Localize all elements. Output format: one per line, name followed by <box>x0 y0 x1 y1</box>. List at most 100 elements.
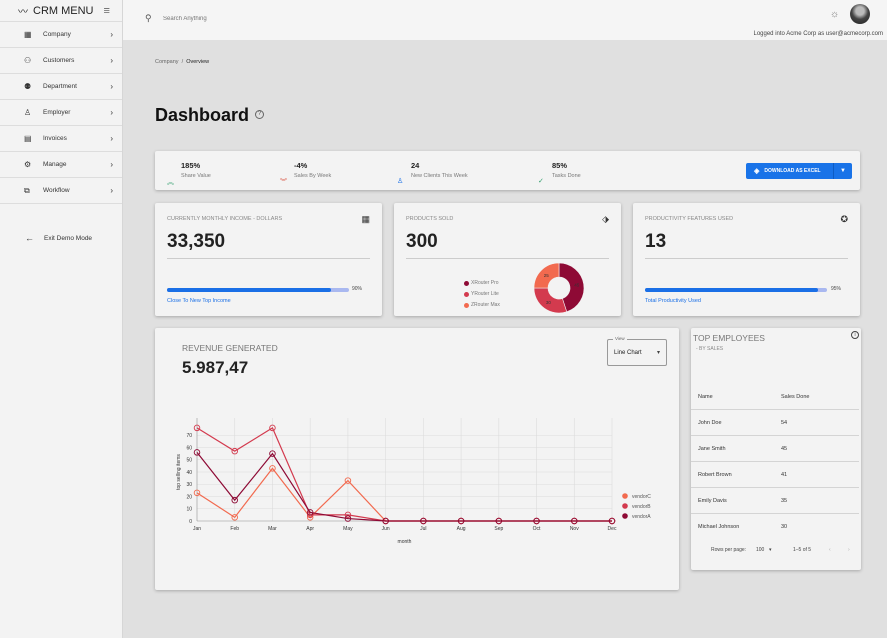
next-page-icon[interactable]: › <box>848 547 850 553</box>
y-tick-label: 20 <box>186 494 192 500</box>
x-tick-label: Oct <box>533 526 541 532</box>
breadcrumb-company[interactable]: Company <box>155 59 179 65</box>
prev-page-icon[interactable]: ‹ <box>829 547 831 553</box>
productivity-link[interactable]: Total Productivity Used <box>645 298 701 304</box>
stat-value: -4% <box>294 161 308 170</box>
sidebar-item-label: Customers <box>43 57 75 64</box>
legend-label: vendorB <box>632 504 651 510</box>
sidebar-item-invoices[interactable]: ▤ Invoices › <box>0 126 122 152</box>
chevron-right-icon: › <box>110 82 113 91</box>
caret-down-icon: ▾ <box>656 350 660 356</box>
sales-done: 54 <box>781 420 788 426</box>
breadcrumb-separator: / <box>181 59 184 65</box>
y-tick-label: 10 <box>186 507 192 513</box>
view-select[interactable]: View Line Chart ▾ <box>607 336 667 366</box>
chevron-right-icon: › <box>110 56 113 65</box>
page-range: 1–5 of 5 <box>793 547 812 553</box>
sidebar-item-department[interactable]: ⚉ Department › <box>0 74 122 100</box>
building-icon: ▦ <box>24 30 32 39</box>
employee-name: Jane Smith <box>698 446 726 452</box>
stat-label: New Clients This Week <box>411 173 468 179</box>
x-axis-label: month <box>398 539 412 545</box>
divider <box>167 258 370 259</box>
caret-down-icon[interactable]: ▾ <box>769 547 772 553</box>
person-icon: ♙ <box>24 108 32 117</box>
progress-percent: 95% <box>831 286 842 292</box>
employee-name: Emily Davis <box>698 498 727 504</box>
avatar[interactable] <box>850 4 870 24</box>
legend-label: vendorC <box>632 494 651 500</box>
rows-per-page-select[interactable]: 100 <box>756 547 764 553</box>
sales-done: 35 <box>781 498 788 504</box>
arrow-left-icon: ← <box>25 233 34 243</box>
kpi-value: 33,350 <box>167 231 226 252</box>
kpi-title: PRODUCTIVITY FEATURES USED <box>645 216 734 222</box>
info-icon[interactable]: i <box>851 331 859 339</box>
top-employees-card: TOP EMPLOYEES - BY SALES i Name Sales Do… <box>691 328 861 570</box>
sidebar-item-company[interactable]: ▦ Company › <box>0 22 122 48</box>
productivity-progress-bar <box>645 288 827 292</box>
kpi-value: 300 <box>406 231 438 252</box>
stat-label: Sales By Week <box>294 173 332 179</box>
revenue-card: REVENUE GENERATED 5.987,47 View Line Cha… <box>155 328 679 590</box>
table-row: John Doe 54 <box>691 410 859 436</box>
person-add-icon: ⚇ <box>24 56 32 65</box>
chevron-right-icon: › <box>110 186 113 195</box>
sidebar-item-manage[interactable]: ⚙ Manage › <box>0 152 122 178</box>
hamburger-menu-icon[interactable]: ≡ <box>104 5 110 17</box>
sales-done: 45 <box>781 446 788 452</box>
sidebar-item-label: Workflow <box>43 187 70 194</box>
exit-demo-button[interactable]: ← Exit Demo Mode <box>0 226 122 250</box>
view-select-value: Line Chart <box>614 350 642 356</box>
table-header: Name Sales Done <box>691 385 859 410</box>
stat-new-clients: ♙ 24 New Clients This Week <box>397 161 468 185</box>
legend-label: vendorA <box>632 514 651 520</box>
legend-item: YRouter Lite <box>464 291 499 297</box>
help-icon[interactable]: ? <box>255 110 264 119</box>
pie-slice-label: 25 <box>544 273 550 278</box>
legend-label: YRouter Lite <box>471 291 499 297</box>
employees-subtitle: - BY SALES <box>696 346 724 352</box>
award-icon: ✪ <box>840 214 848 224</box>
column-header[interactable]: Name <box>698 394 713 400</box>
stats-bar: ︽ 185% Share Value ︾ -4% Sales By Week ♙… <box>155 151 860 190</box>
invoice-icon: ▤ <box>24 134 32 143</box>
revenue-value: 5.987,47 <box>182 358 249 377</box>
chevron-right-icon: › <box>110 30 113 39</box>
x-tick-label: Dec <box>608 526 617 532</box>
sidebar-item-workflow[interactable]: ⧉ Workflow › <box>0 178 122 204</box>
workflow-icon: ⧉ <box>24 185 30 195</box>
revenue-title: REVENUE GENERATED <box>182 343 278 353</box>
y-tick-label: 70 <box>186 433 192 439</box>
theme-toggle-icon[interactable]: ☼ <box>830 9 839 20</box>
income-link[interactable]: Close To New Top Income <box>167 298 231 304</box>
products-card: PRODUCTS SOLD ⬗ 300 XRouter Pro YRouter … <box>394 203 621 316</box>
pulse-logo-icon: 〰 <box>18 7 28 18</box>
download-excel-button[interactable]: ◈ DOWNLOAD AS EXCEL ▼ <box>746 163 852 179</box>
person-icon: ♙ <box>397 178 404 185</box>
y-tick-label: 0 <box>189 519 192 525</box>
series-line <box>196 452 612 522</box>
kpi-title: PRODUCTS SOLD <box>406 216 454 222</box>
table-row: Robert Brown 41 <box>691 462 859 488</box>
legend-swatch <box>464 291 469 297</box>
view-select-label: View <box>613 336 627 341</box>
column-header[interactable]: Sales Done <box>781 394 809 400</box>
sales-done: 30 <box>781 524 788 530</box>
x-tick-label: Jun <box>382 526 390 532</box>
employee-name: John Doe <box>698 420 722 426</box>
income-progress-bar <box>167 288 349 292</box>
sidebar-item-employer[interactable]: ♙ Employer › <box>0 100 122 126</box>
employees-title: TOP EMPLOYEES <box>693 333 765 343</box>
download-excel-label: DOWNLOAD AS EXCEL <box>764 168 821 174</box>
sidebar-item-customers[interactable]: ⚇ Customers › <box>0 48 122 74</box>
download-options-button[interactable]: ▼ <box>833 163 852 179</box>
chevron-right-icon: › <box>110 160 113 169</box>
double-chevron-down-icon: ︾ <box>280 179 287 186</box>
logged-in-text: Logged into Acme Corp as user@acmecorp.c… <box>753 31 884 37</box>
check-icon: ✓ <box>538 178 544 185</box>
x-tick-label: Jul <box>420 526 426 532</box>
x-tick-label: Nov <box>570 526 579 532</box>
search-input[interactable] <box>163 12 323 26</box>
building-icon: ▦ <box>361 214 370 224</box>
